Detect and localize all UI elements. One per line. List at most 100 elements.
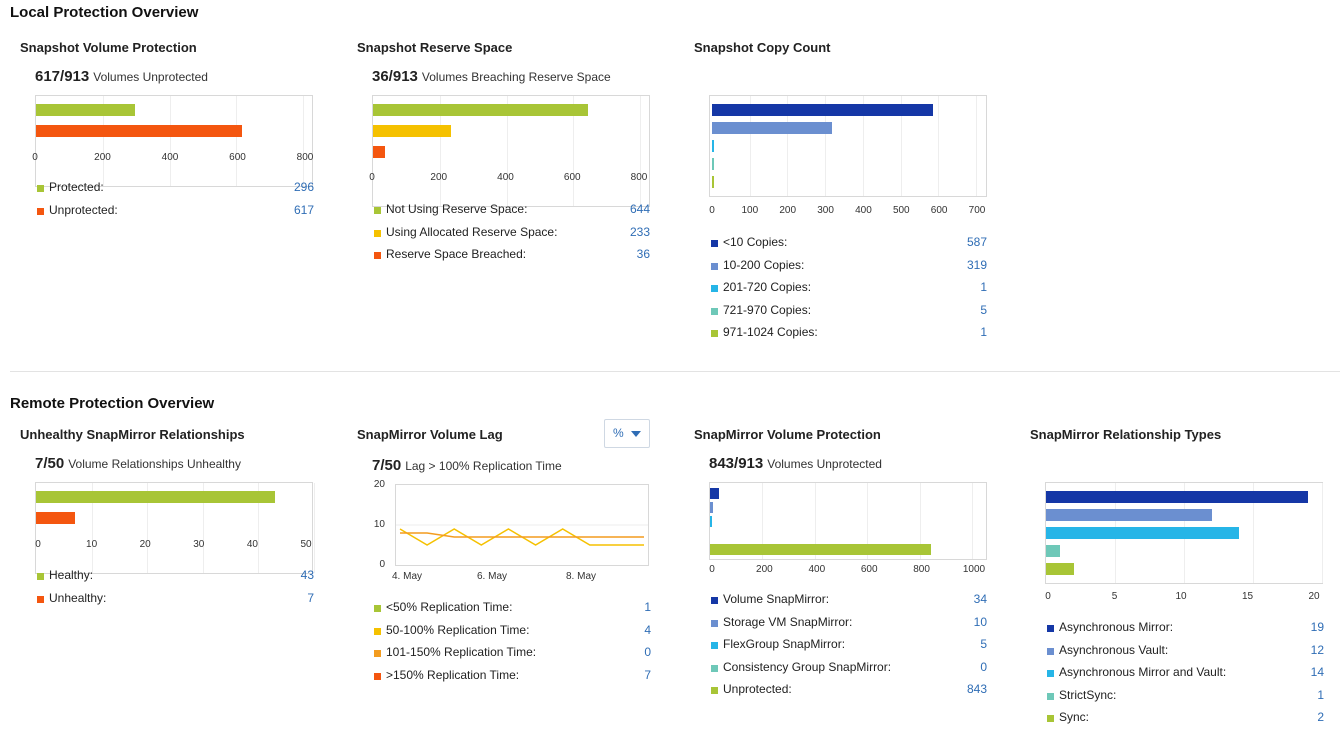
bar-201-720-copies[interactable] <box>712 140 714 152</box>
legend-value[interactable]: 296 <box>294 180 314 194</box>
legend-value[interactable]: 10 <box>974 615 987 629</box>
bar-volume-snapmirror[interactable] <box>710 488 719 499</box>
x-tick-label: 40 <box>246 539 258 550</box>
bar-reserve-space-breached[interactable] <box>373 146 385 158</box>
bar-chart[interactable] <box>709 95 987 197</box>
legend-value[interactable]: 43 <box>301 568 314 582</box>
gridline <box>1322 483 1323 583</box>
legend-item-storage-vm-snapmirror[interactable]: Storage VM SnapMirror: 10 <box>709 615 987 638</box>
bar-asynchronous-mirror-and-vault[interactable] <box>1046 527 1240 539</box>
bar-chart[interactable] <box>35 482 315 574</box>
legend-item-asynchronous-mirror-and-vault[interactable]: Asynchronous Mirror and Vault: 14 <box>1045 665 1324 688</box>
unit-dropdown[interactable]: % <box>604 419 650 448</box>
bar-unhealthy[interactable] <box>36 512 75 524</box>
legend-value[interactable]: 12 <box>1311 643 1324 657</box>
bar-unprotected[interactable] <box>710 544 931 555</box>
legend-value[interactable]: 19 <box>1311 620 1324 634</box>
legend-label: 721-970 Copies: <box>723 302 812 317</box>
legend-label: Healthy: <box>49 568 94 582</box>
bar-chart[interactable] <box>372 95 650 207</box>
legend-swatch <box>1047 692 1054 700</box>
legend-value[interactable]: 7 <box>644 668 651 682</box>
bar-unprotected[interactable] <box>36 125 242 137</box>
legend-value[interactable]: 7 <box>307 591 314 605</box>
legend-value[interactable]: 1 <box>980 280 987 294</box>
legend-item-protected[interactable]: Protected: 296 <box>35 180 314 203</box>
legend-item-sync[interactable]: Sync: 2 <box>1045 710 1324 733</box>
legend-item-10-copies[interactable]: <10 Copies: 587 <box>709 235 987 258</box>
summary: 7/50 Volume Relationships Unhealthy <box>35 455 241 473</box>
bar-10-200-copies[interactable] <box>712 122 833 134</box>
legend-item-unprotected[interactable]: Unprotected: 843 <box>709 682 987 705</box>
bar-strictsync[interactable] <box>1046 545 1060 557</box>
x-tick-label: 400 <box>497 172 514 183</box>
legend-item-unhealthy[interactable]: Unhealthy: 7 <box>35 591 314 614</box>
legend-item-unprotected[interactable]: Unprotected: 617 <box>35 203 314 226</box>
legend-item-flexgroup-snapmirror[interactable]: FlexGroup SnapMirror: 5 <box>709 637 987 660</box>
legend-item-volume-snapmirror[interactable]: Volume SnapMirror: 34 <box>709 592 987 615</box>
bar-using-allocated-reserve-space[interactable] <box>373 125 451 137</box>
legend-item-strictsync[interactable]: StrictSync: 1 <box>1045 688 1324 711</box>
summary-count: 36/913 <box>372 68 418 85</box>
legend-value[interactable]: 233 <box>630 225 650 239</box>
y-tick-label: 20 <box>373 479 385 490</box>
legend-value[interactable]: 14 <box>1311 665 1324 679</box>
legend-item-asynchronous-vault[interactable]: Asynchronous Vault: 12 <box>1045 643 1324 666</box>
legend-swatch <box>374 207 381 214</box>
line-chart[interactable] <box>395 484 649 566</box>
legend: Asynchronous Mirror: 19 Asynchronous Vault… <box>1045 620 1324 733</box>
x-axis-ticks: 0 5 10 15 20 <box>1045 591 1319 603</box>
bar-asynchronous-mirror[interactable] <box>1046 491 1309 503</box>
legend-value[interactable]: 4 <box>644 623 651 637</box>
bar-721-970-copies[interactable] <box>712 158 714 170</box>
legend-item-201-720-copies[interactable]: 201-720 Copies: 1 <box>709 280 987 303</box>
legend-item-101-150-replication-time[interactable]: 101-150% Replication Time: 0 <box>372 645 651 668</box>
legend-value[interactable]: 617 <box>294 203 314 217</box>
legend-value[interactable]: 319 <box>967 258 987 272</box>
legend-item-50-100-replication-time[interactable]: 50-100% Replication Time: 4 <box>372 623 651 646</box>
legend-item-971-1024-copies[interactable]: 971-1024 Copies: 1 <box>709 325 987 348</box>
legend-item-asynchronous-mirror[interactable]: Asynchronous Mirror: 19 <box>1045 620 1324 643</box>
legend-value[interactable]: 5 <box>980 637 987 651</box>
legend-value[interactable]: 0 <box>980 660 987 674</box>
x-tick-label: 100 <box>741 205 759 216</box>
legend-item-healthy[interactable]: Healthy: 43 <box>35 568 314 591</box>
legend-value[interactable]: 2 <box>1317 710 1324 724</box>
bar-sync[interactable] <box>1046 563 1074 575</box>
legend-item-10-200-copies[interactable]: 10-200 Copies: 319 <box>709 258 987 281</box>
legend-swatch <box>37 595 44 603</box>
legend-item-consistency-group-snapmirror[interactable]: Consistency Group SnapMirror: 0 <box>709 660 987 683</box>
bar-healthy[interactable] <box>36 491 276 503</box>
bar-chart[interactable] <box>709 482 987 560</box>
bar-flexgroup-snapmirror[interactable] <box>710 516 712 527</box>
x-tick-label: 0 <box>32 152 38 163</box>
snapshot-copy-count-card: Snapshot Copy Count 0 100 200 300 400 500 600 7… <box>694 40 994 350</box>
legend-value[interactable]: 587 <box>967 235 987 249</box>
legend-value[interactable]: 1 <box>1317 688 1324 702</box>
legend-value[interactable]: 1 <box>644 600 651 614</box>
chevron-down-icon <box>631 431 641 437</box>
legend-item-using-allocated-reserve-space[interactable]: Using Allocated Reserve Space: 233 <box>372 225 650 248</box>
bar-971-1024-copies[interactable] <box>712 176 714 188</box>
legend-item-721-970-copies[interactable]: 721-970 Copies: 5 <box>709 303 987 326</box>
bar-chart[interactable] <box>35 95 313 187</box>
legend-value[interactable]: 34 <box>974 592 987 606</box>
legend-item-not-using-reserve-space[interactable]: Not Using Reserve Space: 644 <box>372 202 650 225</box>
bar-protected[interactable] <box>36 104 135 116</box>
series-line-150-replication-time[interactable] <box>400 532 644 538</box>
bar-asynchronous-vault[interactable] <box>1046 509 1212 521</box>
legend-item-150-replication-time[interactable]: >150% Replication Time: 7 <box>372 668 651 691</box>
legend-value[interactable]: 1 <box>980 325 987 339</box>
legend-value[interactable]: 5 <box>980 303 987 317</box>
bar-not-using-reserve-space[interactable] <box>373 104 588 116</box>
legend-item-50-replication-time[interactable]: <50% Replication Time: 1 <box>372 600 651 623</box>
legend-value[interactable]: 36 <box>637 247 650 261</box>
legend-value[interactable]: 843 <box>967 682 987 696</box>
bar-chart[interactable] <box>1045 482 1323 584</box>
legend-value[interactable]: 0 <box>644 645 651 659</box>
bar-storage-vm-snapmirror[interactable] <box>710 502 713 513</box>
legend-item-reserve-space-breached[interactable]: Reserve Space Breached: 36 <box>372 247 650 270</box>
gridline <box>972 483 973 559</box>
legend-value[interactable]: 644 <box>630 202 650 216</box>
bar-10-copies[interactable] <box>712 104 934 116</box>
